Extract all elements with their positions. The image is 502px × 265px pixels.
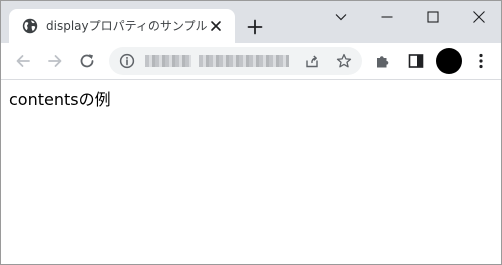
side-panel-icon[interactable] (406, 51, 426, 71)
window-close-button[interactable] (456, 1, 501, 33)
browser-window: displayプロパティのサンプル contentsの例 (0, 0, 502, 265)
kebab-menu-icon[interactable] (471, 51, 491, 71)
plus-icon[interactable] (245, 17, 265, 37)
blurred-url-segment (199, 55, 289, 67)
active-tab[interactable]: displayプロパティのサンプル (9, 9, 235, 43)
share-icon[interactable] (304, 53, 320, 69)
toolbar (1, 43, 501, 80)
content-text: contentsの例 (9, 90, 111, 109)
chevron-down-icon (335, 14, 347, 21)
arrow-left-icon[interactable] (13, 51, 33, 71)
close-icon[interactable] (207, 17, 225, 35)
info-icon[interactable] (119, 53, 135, 69)
page-content: contentsの例 (1, 80, 501, 264)
address-bar[interactable] (109, 47, 362, 75)
star-icon[interactable] (336, 53, 352, 69)
puzzle-icon[interactable] (373, 51, 393, 71)
tab-search-button[interactable] (318, 1, 364, 33)
tab-title: displayプロパティのサンプル (46, 19, 208, 33)
tab-strip: displayプロパティのサンプル (1, 1, 501, 43)
minimize-icon (381, 16, 393, 18)
close-icon (473, 11, 485, 23)
reload-icon[interactable] (77, 51, 97, 71)
minimize-button[interactable] (364, 1, 410, 33)
profile-avatar[interactable] (436, 48, 462, 74)
maximize-button[interactable] (410, 1, 456, 33)
maximize-icon (427, 11, 439, 23)
arrow-right-icon[interactable] (45, 51, 65, 71)
globe-icon (22, 18, 38, 34)
blurred-url-segment (145, 55, 191, 67)
